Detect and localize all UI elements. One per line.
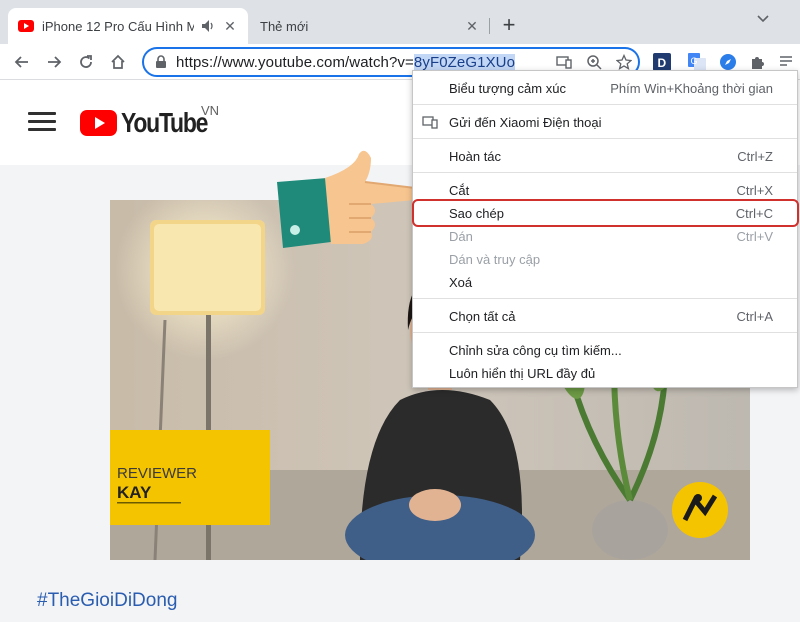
menu-item-emoji[interactable]: Biểu tượng cảm xúc Phím Win+Khoảng thời … xyxy=(413,77,797,99)
menu-item-label: Dán xyxy=(449,228,473,244)
menu-item-select-all[interactable]: Chọn tất cả Ctrl+A xyxy=(413,305,797,327)
menu-item-label: Cắt xyxy=(449,182,470,198)
menu-item-label: Chỉnh sửa công cụ tìm kiếm... xyxy=(449,342,622,358)
menu-separator xyxy=(413,138,797,139)
svg-text:D: D xyxy=(658,56,667,70)
menu-item-edit-search-engines[interactable]: Chỉnh sửa công cụ tìm kiếm... xyxy=(413,339,797,361)
send-to-device-icon xyxy=(422,115,438,129)
menu-separator xyxy=(413,104,797,105)
context-menu: Biểu tượng cảm xúc Phím Win+Khoảng thời … xyxy=(412,70,798,388)
menu-item-shortcut: Ctrl+Z xyxy=(737,148,773,164)
menu-item-label: Chọn tất cả xyxy=(449,308,516,324)
extension-d-icon[interactable]: D xyxy=(653,53,671,71)
youtube-wordmark: YouTube xyxy=(121,107,208,138)
menu-item-shortcut: Ctrl+V xyxy=(736,228,773,244)
hashtag-link[interactable]: #TheGioiDiDong xyxy=(37,590,177,612)
pointing-hand-icon xyxy=(275,148,425,258)
close-tab-icon[interactable]: ✕ xyxy=(222,18,238,34)
tab-title: Thẻ mới xyxy=(260,18,309,34)
new-tab-button[interactable]: + xyxy=(498,14,520,36)
menu-separator xyxy=(413,172,797,173)
url-selected-text: 8yF0ZeG1XUo xyxy=(413,53,516,71)
tab-youtube[interactable]: iPhone 12 Pro Cấu Hình Mạn ✕ xyxy=(8,8,248,44)
menu-item-shortcut: Phím Win+Khoảng thời gian xyxy=(610,80,773,96)
menu-item-label: Xoá xyxy=(449,274,473,290)
compass-extension-icon[interactable] xyxy=(719,53,737,71)
puzzle-extensions-icon[interactable] xyxy=(749,53,767,71)
copy-highlight-ring xyxy=(412,199,799,227)
arrow-right-icon[interactable] xyxy=(44,52,64,72)
speaker-icon[interactable] xyxy=(200,18,216,34)
translate-extension-icon[interactable]: G xyxy=(688,53,706,71)
home-icon[interactable] xyxy=(108,52,128,72)
tab-separator xyxy=(489,18,490,34)
menu-separator xyxy=(413,332,797,333)
menu-item-cut[interactable]: Cắt Ctrl+X xyxy=(413,179,797,201)
tab-new[interactable]: Thẻ mới ✕ xyxy=(250,8,490,44)
youtube-play-icon xyxy=(80,110,117,136)
badge-line2: KAY xyxy=(117,483,152,502)
url-prefix: https://www.youtube.com/watch?v= xyxy=(176,53,414,71)
tab-strip: iPhone 12 Pro Cấu Hình Mạn ✕ Thẻ mới ✕ + xyxy=(0,0,800,44)
menu-item-label: Gửi đến Xiaomi Điện thoại xyxy=(449,114,602,130)
menu-item-paste[interactable]: Dán Ctrl+V xyxy=(413,225,797,247)
menu-item-label: Luôn hiển thị URL đầy đủ xyxy=(449,365,596,381)
menu-item-undo[interactable]: Hoàn tác Ctrl+Z xyxy=(413,145,797,167)
menu-item-shortcut: Ctrl+A xyxy=(736,308,773,324)
reading-list-icon[interactable] xyxy=(778,53,796,71)
menu-item-label: Biểu tượng cảm xúc xyxy=(449,80,566,96)
url-text[interactable]: https://www.youtube.com/watch?v=8yF0ZeG1… xyxy=(176,53,516,71)
menu-item-delete[interactable]: Xoá xyxy=(413,271,797,293)
youtube-favicon-icon xyxy=(18,18,34,34)
badge-line1: REVIEWER xyxy=(117,465,197,482)
country-code: VN xyxy=(201,103,220,118)
menu-item-label: Hoàn tác xyxy=(449,148,502,164)
svg-text:G: G xyxy=(691,56,698,66)
close-tab-icon[interactable]: ✕ xyxy=(464,18,480,34)
hamburger-menu-icon[interactable] xyxy=(28,112,56,132)
tab-search-icon[interactable] xyxy=(755,10,771,26)
tab-title: iPhone 12 Pro Cấu Hình Mạn xyxy=(42,18,194,34)
menu-item-shortcut: Ctrl+X xyxy=(736,182,773,198)
menu-item-label: Dán và truy cập xyxy=(449,251,541,267)
menu-item-always-show-full-url[interactable]: Luôn hiển thị URL đầy đủ xyxy=(413,362,797,384)
lock-icon[interactable] xyxy=(154,55,168,69)
menu-item-send-to-device[interactable]: Gửi đến Xiaomi Điện thoại xyxy=(413,111,797,133)
menu-separator xyxy=(413,298,797,299)
reload-icon[interactable] xyxy=(76,52,96,72)
menu-item-paste-and-go[interactable]: Dán và truy cập xyxy=(413,248,797,270)
arrow-left-icon[interactable] xyxy=(12,52,32,72)
